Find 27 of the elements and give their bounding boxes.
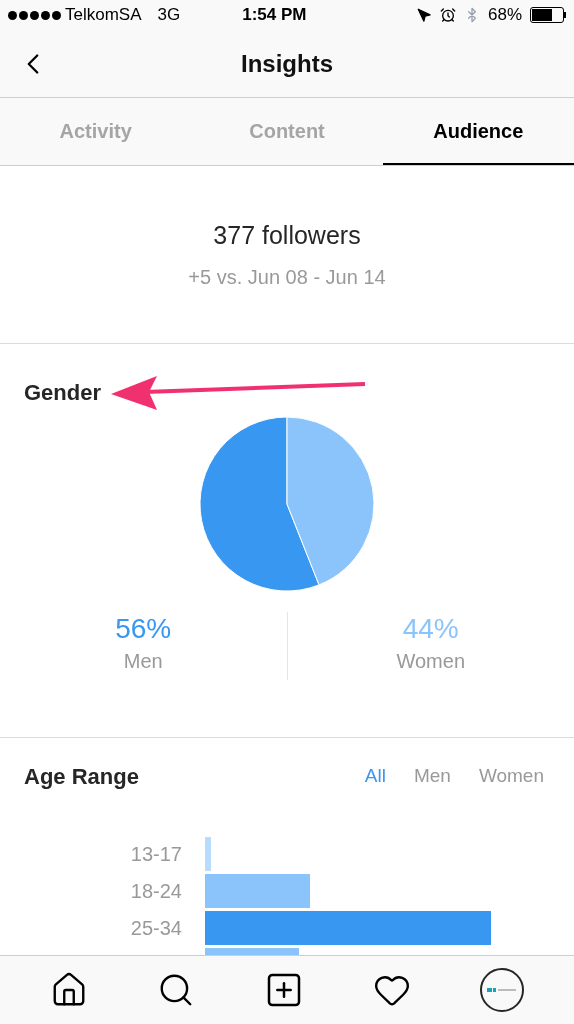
filter-tab[interactable]: Women (478, 762, 544, 791)
tab[interactable]: Activity (0, 98, 192, 165)
tab[interactable]: Audience (382, 98, 574, 165)
legend-label: Women (396, 649, 465, 674)
network-type: 3G (157, 4, 181, 27)
age-label: 18-24 (130, 879, 182, 904)
carrier-name: TelkomSA (65, 4, 142, 27)
percent-value: 44% (402, 612, 459, 646)
signal-icon (8, 10, 61, 20)
section-title: Gender (24, 378, 102, 407)
battery-icon (530, 7, 566, 23)
section-title: Age Range (24, 763, 139, 791)
percent-value: 56% (115, 612, 172, 646)
followers-change: +5 vs. Jun 08 - Jun 14 (188, 265, 386, 291)
alarm-icon (439, 7, 456, 23)
location-icon (416, 7, 432, 23)
filter-tab[interactable]: Men (413, 762, 451, 791)
followers-count: 377 followers (213, 219, 361, 251)
filter-tab[interactable]: All (364, 762, 386, 791)
age-label: 25-34 (130, 916, 182, 941)
tab[interactable]: Content (191, 98, 383, 165)
battery-percent: 68% (487, 4, 522, 27)
profile-avatar[interactable] (479, 968, 524, 1012)
age-label: 13-17 (130, 842, 182, 867)
screen-title: Insights (241, 48, 333, 79)
status-time: 1:54 PM (242, 4, 307, 27)
legend-label: Men (123, 649, 163, 674)
